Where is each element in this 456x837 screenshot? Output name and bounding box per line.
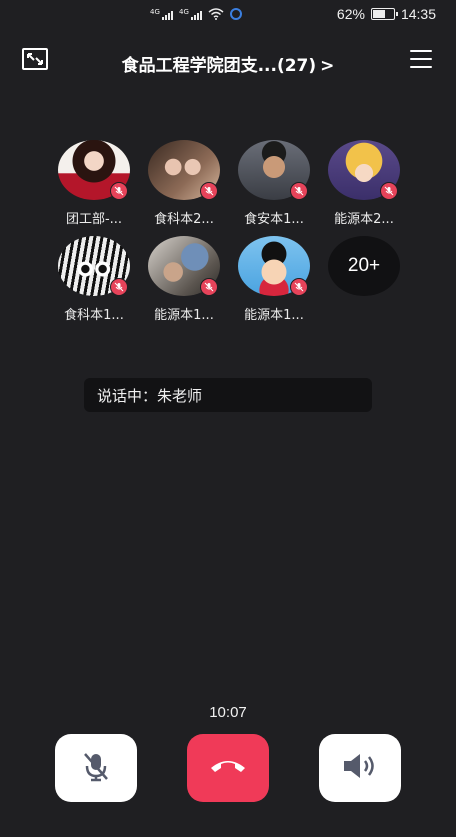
mic-muted-badge-icon <box>110 278 128 296</box>
call-timer: 10:07 <box>209 704 247 721</box>
mic-muted-badge-icon <box>290 278 308 296</box>
phone-hangup-icon <box>208 756 248 780</box>
more-members-tile[interactable]: 20+ <box>324 236 404 296</box>
call-header: 食品工程学院团支...(27) > <box>0 40 456 84</box>
mic-muted-badge-icon <box>110 182 128 200</box>
group-title[interactable]: 食品工程学院团支...(27) > <box>0 51 456 76</box>
mic-muted-badge-icon <box>290 182 308 200</box>
member-tile[interactable]: 食科本1... <box>54 236 134 323</box>
member-name: 能源本1... <box>154 308 214 323</box>
more-members-count: 20+ <box>328 236 400 296</box>
member-tile[interactable]: 能源本1... <box>234 236 314 323</box>
wifi-icon <box>208 8 224 20</box>
battery-percent: 62% <box>336 6 365 22</box>
mic-muted-badge-icon <box>200 278 218 296</box>
clock: 14:35 <box>400 6 436 22</box>
member-name: 食科本2... <box>154 212 214 227</box>
network-type-label-2: 4G <box>179 8 189 16</box>
member-name: 能源本1... <box>244 308 304 323</box>
member-name: 食科本1... <box>64 308 124 323</box>
hang-up-button[interactable] <box>187 734 269 802</box>
member-tile[interactable]: 团工部-... <box>54 140 134 227</box>
signal-icon-2: 4G <box>179 8 202 20</box>
mic-muted-badge-icon <box>380 182 398 200</box>
battery-icon <box>370 8 398 20</box>
member-name: 团工部-... <box>65 212 123 227</box>
member-tile[interactable]: 食安本1... <box>234 140 314 227</box>
member-name: 食安本1... <box>244 212 304 227</box>
speaking-indicator: 说话中：朱老师 <box>84 378 372 412</box>
mic-muted-icon <box>79 749 113 787</box>
mute-mic-button[interactable] <box>55 734 137 802</box>
menu-icon[interactable] <box>410 50 432 68</box>
status-icons: 4G 4G <box>150 8 242 20</box>
speaker-button[interactable] <box>319 734 401 802</box>
speaker-icon <box>340 751 380 785</box>
network-type-label: 4G <box>150 8 160 16</box>
chevron-right-icon: > <box>320 56 335 76</box>
member-name: 能源本2... <box>334 212 394 227</box>
mic-muted-badge-icon <box>200 182 218 200</box>
hd-voice-icon <box>230 8 242 20</box>
speaking-text: 说话中：朱老师 <box>97 386 203 405</box>
member-tile[interactable]: 能源本1... <box>144 236 224 323</box>
member-tile[interactable]: 能源本2... <box>324 140 404 227</box>
member-tile[interactable]: 食科本2... <box>144 140 224 227</box>
signal-icon: 4G <box>150 8 173 20</box>
status-bar: 4G 4G 62% 14:35 <box>0 0 456 30</box>
group-title-text: 食品工程学院团支...(27) <box>121 56 317 76</box>
